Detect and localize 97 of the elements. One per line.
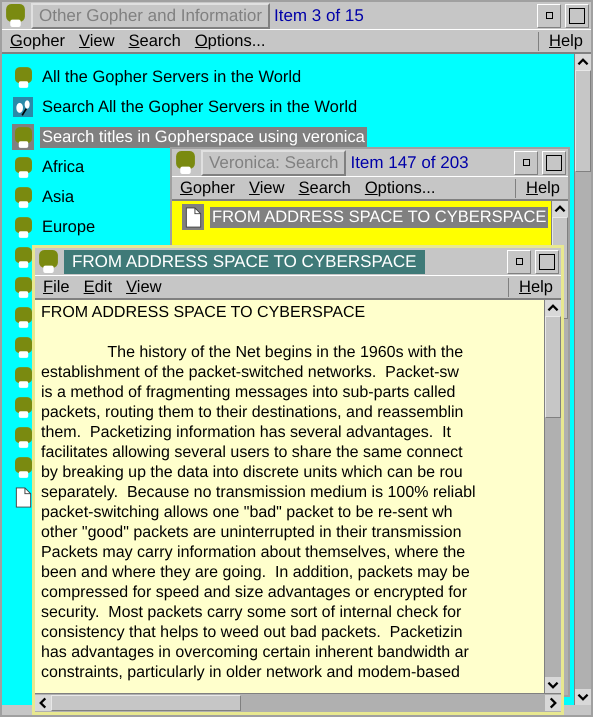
text-line: separately. Because no transmission medium is 100% reliabl	[41, 484, 476, 501]
text-line: has advantages in overcoming certain inherent bandwidth ar	[41, 644, 469, 661]
list-item[interactable]: FROM ADDRESS SPACE TO CYBERSPACE	[210, 206, 548, 228]
text-line: The history of the Net begins in the 1960s with the	[106, 344, 464, 361]
gopher-icon	[14, 126, 32, 148]
vertical-scrollbar[interactable]	[574, 54, 591, 705]
vertical-scrollbar[interactable]	[544, 300, 561, 693]
item-icon-cell[interactable]	[12, 334, 34, 360]
menu-item[interactable]: File	[39, 278, 80, 296]
scroll-up-icon[interactable]	[575, 54, 591, 70]
window-title: Veronica: Search	[201, 150, 346, 176]
gopher-icon	[14, 156, 32, 178]
item-icon-cell[interactable]	[12, 304, 34, 330]
item-counter: Item 3 of 15	[274, 6, 364, 26]
menu-item[interactable]: Search	[124, 32, 191, 50]
gopher-icon	[14, 426, 32, 448]
list-item[interactable]: All the Gopher Servers in the World	[40, 66, 304, 88]
item-icon-cell[interactable]	[12, 124, 34, 150]
menu-item[interactable]: View	[75, 32, 125, 50]
document-heading: FROM ADDRESS SPACE TO CYBERSPACE	[41, 304, 366, 321]
scroll-right-icon[interactable]	[545, 695, 561, 711]
scroll-down-icon[interactable]	[575, 689, 591, 705]
maximize-button[interactable]	[565, 4, 589, 28]
gopher-icon	[14, 186, 32, 208]
text-line: establishment of the packet-switched networks. Packet-sw	[41, 364, 459, 381]
gopher-icon[interactable]	[176, 151, 195, 174]
text-line: constraints, particularly in older network and modem-based	[41, 664, 460, 681]
menu-item[interactable]: Edit	[80, 278, 122, 296]
list-item[interactable]: Search All the Gopher Servers in the World	[40, 96, 360, 118]
list-item[interactable]: Search titles in Gopherspace using veronica	[40, 126, 367, 148]
list-item[interactable]: Africa	[40, 156, 86, 178]
help-menu[interactable]: Help	[508, 278, 557, 296]
text-line: other "good" packets are uninterrupted in their transmission	[41, 524, 462, 541]
item-icon-cell[interactable]	[12, 184, 34, 210]
scroll-thumb[interactable]	[51, 695, 241, 711]
scroll-left-icon[interactable]	[35, 695, 51, 711]
gopher-icon	[14, 216, 32, 238]
horizontal-scrollbar[interactable]	[35, 693, 561, 712]
maximize-button[interactable]	[542, 150, 566, 174]
help-menu[interactable]: Help	[538, 32, 587, 50]
gopher-icon	[14, 306, 32, 328]
item-icon-cell[interactable]	[12, 154, 34, 180]
item-icon-cell[interactable]	[12, 214, 34, 240]
menu-item[interactable]: Options...	[360, 178, 446, 198]
gopher-icon[interactable]	[6, 4, 25, 27]
menu-item[interactable]: Options...	[190, 32, 276, 50]
menu-item[interactable]: Search	[294, 178, 361, 198]
gopher-icon	[14, 456, 32, 478]
help-menu[interactable]: Help	[515, 178, 564, 198]
maximize-button[interactable]	[535, 250, 559, 274]
gopher-icon	[14, 396, 32, 418]
minimize-button[interactable]	[537, 4, 561, 28]
text-line: Packets may carry information about themselves, where the	[41, 544, 466, 561]
minimize-button[interactable]	[507, 250, 531, 274]
gopher-icon	[14, 246, 32, 268]
item-icon-cell[interactable]	[12, 454, 34, 480]
gopher-icon	[14, 276, 32, 298]
item-icon-cell[interactable]	[12, 424, 34, 450]
gopher-icon	[14, 336, 32, 358]
gopher-icon	[14, 66, 32, 88]
item-icon-cell[interactable]	[182, 204, 204, 230]
scroll-thumb[interactable]	[545, 316, 561, 418]
menu-item[interactable]: View	[122, 278, 172, 296]
text-line: facilitates allowing several users to share the same connect	[41, 444, 463, 461]
text-line: compressed for speed and size advantages or encrypted for	[41, 584, 468, 601]
window-title: FROM ADDRESS SPACE TO CYBERSPACE	[64, 250, 424, 274]
text-line: consistency that helps to weed out bad packets. Packetizin	[41, 624, 463, 641]
item-icon-cell[interactable]	[12, 364, 34, 390]
scroll-up-icon[interactable]	[545, 300, 561, 316]
text-line: packet-switching allows one "bad" packet to be re-sent wh	[41, 504, 453, 521]
text-line: packets, routing them to their destinations, and reassemblin	[41, 404, 464, 421]
text-line: them. Packetizing information has several advantages. It	[41, 424, 451, 441]
window-title: Other Gopher and Informatior	[31, 2, 270, 28]
document-icon	[184, 206, 202, 228]
text-line: by breaking up the data into discrete units which can be rou	[41, 464, 463, 481]
document-icon	[14, 486, 32, 508]
gopher-icon	[14, 366, 32, 388]
text-line: been and where they are going. In addition, packets may be	[41, 564, 470, 581]
menu-item[interactable]: View	[245, 178, 295, 198]
scroll-down-icon[interactable]	[545, 677, 561, 693]
minimize-button[interactable]	[514, 150, 538, 174]
text-line: security. Most packets carry some sort of internal check for	[41, 604, 462, 621]
gopher-icon[interactable]	[39, 250, 58, 273]
item-icon-cell[interactable]	[12, 394, 34, 420]
item-icon-cell[interactable]	[12, 274, 34, 300]
search-icon	[13, 97, 33, 117]
item-counter: Item 147 of 203	[350, 152, 469, 172]
menu-item[interactable]: Gopher	[176, 178, 246, 198]
list-item[interactable]: Europe	[40, 216, 98, 238]
item-icon-cell[interactable]	[12, 244, 34, 270]
item-icon-cell[interactable]	[12, 94, 34, 120]
scroll-thumb[interactable]	[575, 70, 591, 172]
text-line: is a method of fragmenting messages into sub-parts called	[41, 384, 456, 401]
list-item[interactable]: Asia	[40, 186, 76, 208]
menu-item[interactable]: Gopher	[6, 32, 76, 50]
item-icon-cell[interactable]	[12, 64, 34, 90]
scroll-up-icon[interactable]	[552, 201, 568, 217]
